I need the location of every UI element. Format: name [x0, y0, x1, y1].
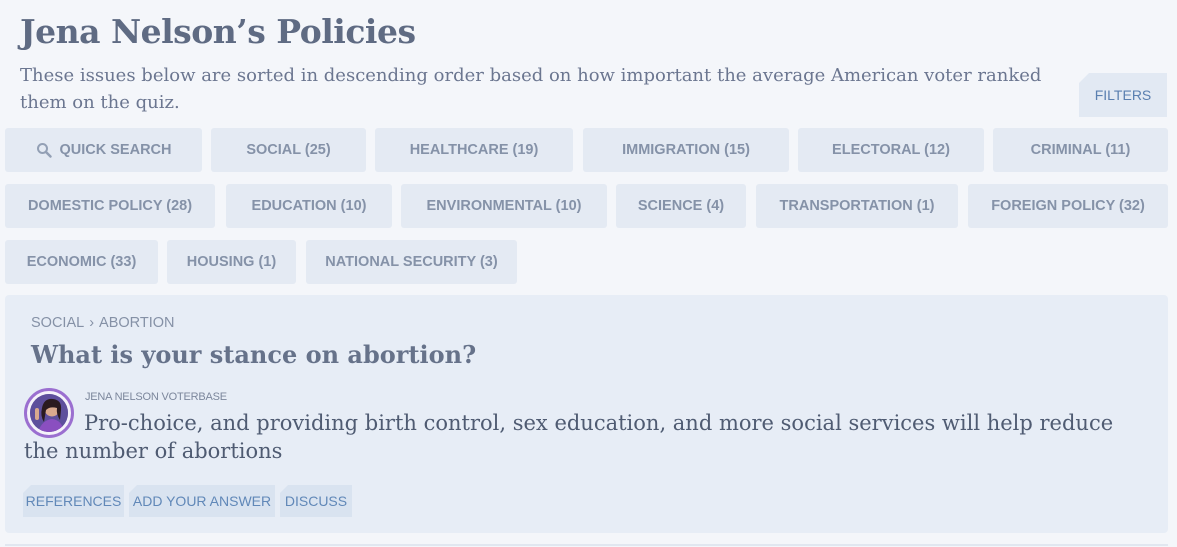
answer-source: JENA NELSON VOTERBASE: [85, 391, 227, 403]
breadcrumb-social[interactable]: SOCIAL: [31, 315, 84, 331]
category-chip-domestic-policy[interactable]: DOMESTIC POLICY (28): [5, 184, 215, 228]
breadcrumb: SOCIAL › ABORTION: [31, 315, 175, 331]
category-chip-economic[interactable]: ECONOMIC (33): [5, 240, 158, 284]
references-button[interactable]: REFERENCES: [23, 485, 124, 517]
category-chip-transportation[interactable]: TRANSPORTATION (1): [756, 184, 958, 228]
category-chip-national-security[interactable]: NATIONAL SECURITY (3): [306, 240, 517, 284]
divider: [5, 544, 1168, 546]
category-chip-science[interactable]: SCIENCE (4): [616, 184, 746, 228]
quick-search-button[interactable]: QUICK SEARCH: [5, 128, 202, 172]
question-title[interactable]: What is your stance on abortion?: [31, 340, 476, 369]
category-chip-foreign-policy[interactable]: FOREIGN POLICY (32): [968, 184, 1168, 228]
policy-card: SOCIAL › ABORTION What is your stance on a…: [5, 295, 1168, 533]
answer-text: Pro-choice, and providing birth control,…: [24, 411, 1114, 463]
discuss-button[interactable]: DISCUSS: [280, 485, 352, 517]
page-title: Jena Nelson’s Policies: [20, 12, 416, 51]
breadcrumb-separator: ›: [89, 315, 95, 331]
search-icon: [36, 142, 52, 158]
category-chip-immigration[interactable]: IMMIGRATION (15): [583, 128, 789, 172]
category-chip-social[interactable]: SOCIAL (25): [211, 128, 366, 172]
category-chip-criminal[interactable]: CRIMINAL (11): [993, 128, 1168, 172]
category-chip-healthcare[interactable]: HEALTHCARE (19): [375, 128, 573, 172]
category-chip-housing[interactable]: HOUSING (1): [167, 240, 296, 284]
page-subtitle: These issues below are sorted in descend…: [20, 65, 1042, 113]
breadcrumb-abortion[interactable]: ABORTION: [99, 315, 174, 331]
category-chip-environmental[interactable]: ENVIRONMENTAL (10): [401, 184, 607, 228]
category-chip-electoral[interactable]: ELECTORAL (12): [798, 128, 984, 172]
category-chip-education[interactable]: EDUCATION (10): [226, 184, 392, 228]
add-your-answer-button[interactable]: ADD YOUR ANSWER: [129, 485, 275, 517]
quick-search-label: QUICK SEARCH: [59, 142, 172, 158]
filters-button[interactable]: FILTERS: [1079, 73, 1167, 117]
